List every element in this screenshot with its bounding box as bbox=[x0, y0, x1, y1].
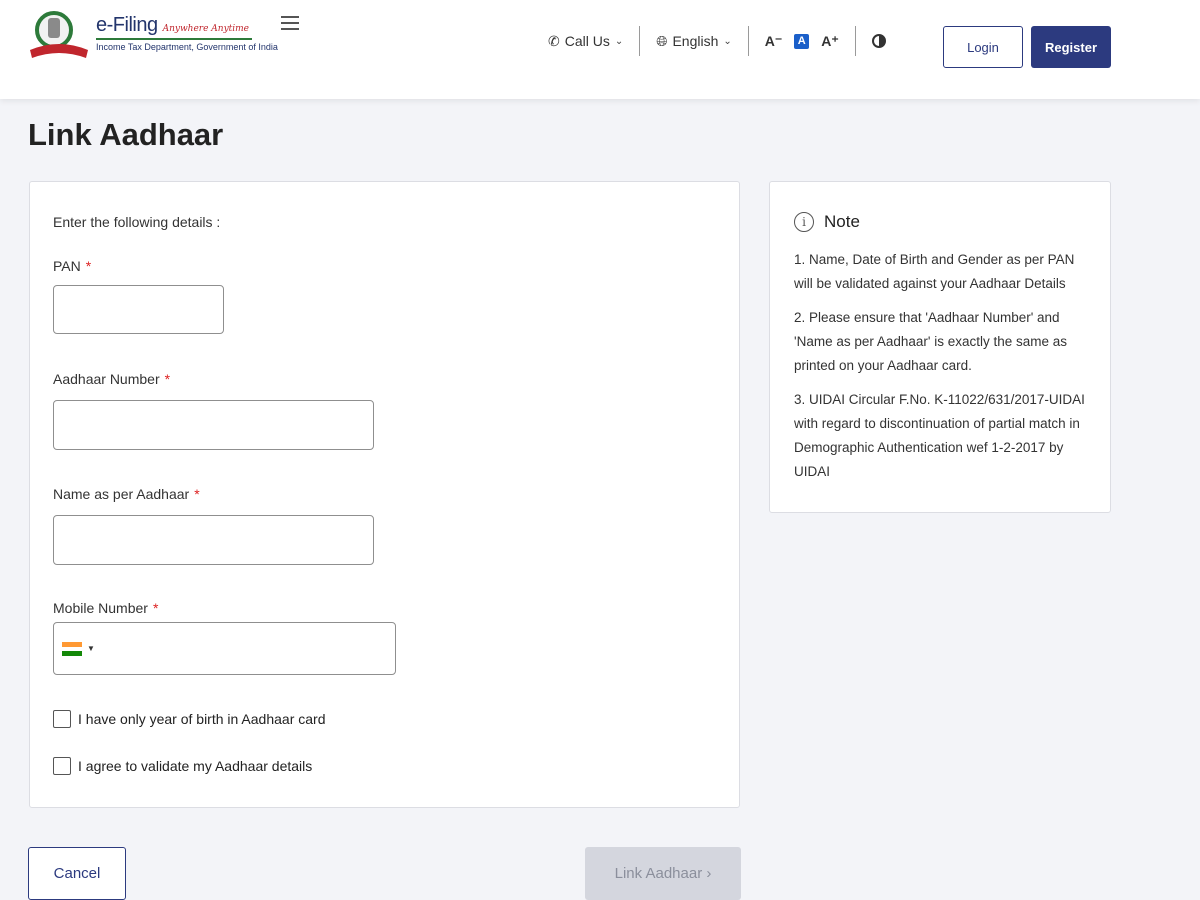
brand-name: e-Filing bbox=[96, 14, 158, 36]
efiling-logo[interactable]: e-Filing Anywhere Anytime Income Tax Dep… bbox=[28, 8, 278, 62]
brand-tagline: Anywhere Anytime bbox=[162, 24, 250, 34]
form-intro: Enter the following details : bbox=[53, 214, 221, 230]
call-us-dropdown[interactable]: ✆ Call Us ⌄ bbox=[548, 33, 623, 50]
mobile-number-field: ▼ bbox=[53, 622, 396, 675]
language-dropdown[interactable]: 🌐︎ English ⌄ bbox=[656, 33, 732, 50]
note-item: 3. UIDAI Circular F.No. K-11022/631/2017… bbox=[794, 392, 1085, 479]
top-nav: ✆ Call Us ⌄ 🌐︎ English ⌄ A⁻ A A⁺ bbox=[548, 26, 886, 56]
cancel-button[interactable]: Cancel bbox=[28, 847, 126, 900]
note-header: i Note bbox=[794, 212, 860, 232]
page-title: Link Aadhaar bbox=[28, 117, 224, 152]
year-of-birth-checkbox[interactable] bbox=[53, 710, 71, 728]
call-us-label: Call Us bbox=[564, 33, 610, 49]
agree-validate-checkbox[interactable] bbox=[53, 757, 71, 775]
site-header: e-Filing Anywhere Anytime Income Tax Dep… bbox=[0, 0, 1200, 99]
emblem-icon bbox=[28, 8, 90, 62]
agree-validate-checkbox-label[interactable]: I agree to validate my Aadhaar details bbox=[78, 758, 312, 774]
note-item: 2. Please ensure that 'Aadhaar Number' a… bbox=[794, 310, 1068, 373]
name-as-per-aadhaar-input[interactable] bbox=[53, 515, 374, 565]
pan-label: PAN * bbox=[53, 258, 92, 274]
font-size-controls: A⁻ A A⁺ bbox=[765, 33, 839, 50]
contrast-icon[interactable] bbox=[871, 34, 886, 48]
link-aadhaar-button[interactable]: Link Aadhaar › bbox=[585, 847, 741, 900]
country-caret-icon[interactable]: ▼ bbox=[87, 644, 95, 653]
nav-divider bbox=[639, 26, 641, 56]
chevron-down-icon: ⌄ bbox=[723, 35, 732, 47]
note-title: Note bbox=[824, 212, 860, 231]
agree-validate-checkbox-row: I agree to validate my Aadhaar details bbox=[53, 757, 312, 775]
year-of-birth-checkbox-label[interactable]: I have only year of birth in Aadhaar car… bbox=[78, 711, 325, 727]
india-flag-icon[interactable] bbox=[62, 642, 82, 656]
brand-text: e-Filing Anywhere Anytime Income Tax Dep… bbox=[96, 14, 278, 52]
font-decrease-button[interactable]: A⁻ bbox=[765, 33, 783, 50]
link-aadhaar-form: Enter the following details : PAN * Aadha… bbox=[29, 181, 740, 808]
mobile-number-label: Mobile Number * bbox=[53, 600, 159, 616]
mobile-number-input[interactable] bbox=[100, 624, 390, 673]
login-button[interactable]: Login bbox=[943, 26, 1023, 68]
name-as-per-aadhaar-label: Name as per Aadhaar * bbox=[53, 486, 200, 502]
note-panel: i Note 1. Name, Date of Birth and Gender… bbox=[769, 181, 1111, 513]
pan-input[interactable] bbox=[53, 285, 224, 334]
font-default-button[interactable]: A bbox=[794, 33, 810, 49]
brand-subtitle: Income Tax Department, Government of Ind… bbox=[96, 42, 278, 52]
note-item: 1. Name, Date of Birth and Gender as per… bbox=[794, 252, 1075, 291]
chevron-down-icon: ⌄ bbox=[614, 35, 624, 47]
year-of-birth-checkbox-row: I have only year of birth in Aadhaar car… bbox=[53, 710, 325, 728]
info-icon: i bbox=[794, 212, 814, 232]
language-label: English bbox=[672, 33, 719, 49]
globe-icon: 🌐︎ bbox=[656, 32, 668, 49]
register-button[interactable]: Register bbox=[1031, 26, 1111, 68]
aadhaar-number-input[interactable] bbox=[53, 400, 374, 450]
nav-divider bbox=[854, 26, 856, 56]
phone-icon: ✆ bbox=[548, 32, 560, 49]
font-increase-button[interactable]: A⁺ bbox=[821, 33, 839, 50]
aadhaar-number-label: Aadhaar Number * bbox=[53, 371, 171, 387]
note-list: 1. Name, Date of Birth and Gender as per… bbox=[794, 248, 1090, 494]
nav-divider bbox=[747, 26, 749, 56]
menu-icon[interactable] bbox=[281, 16, 299, 30]
